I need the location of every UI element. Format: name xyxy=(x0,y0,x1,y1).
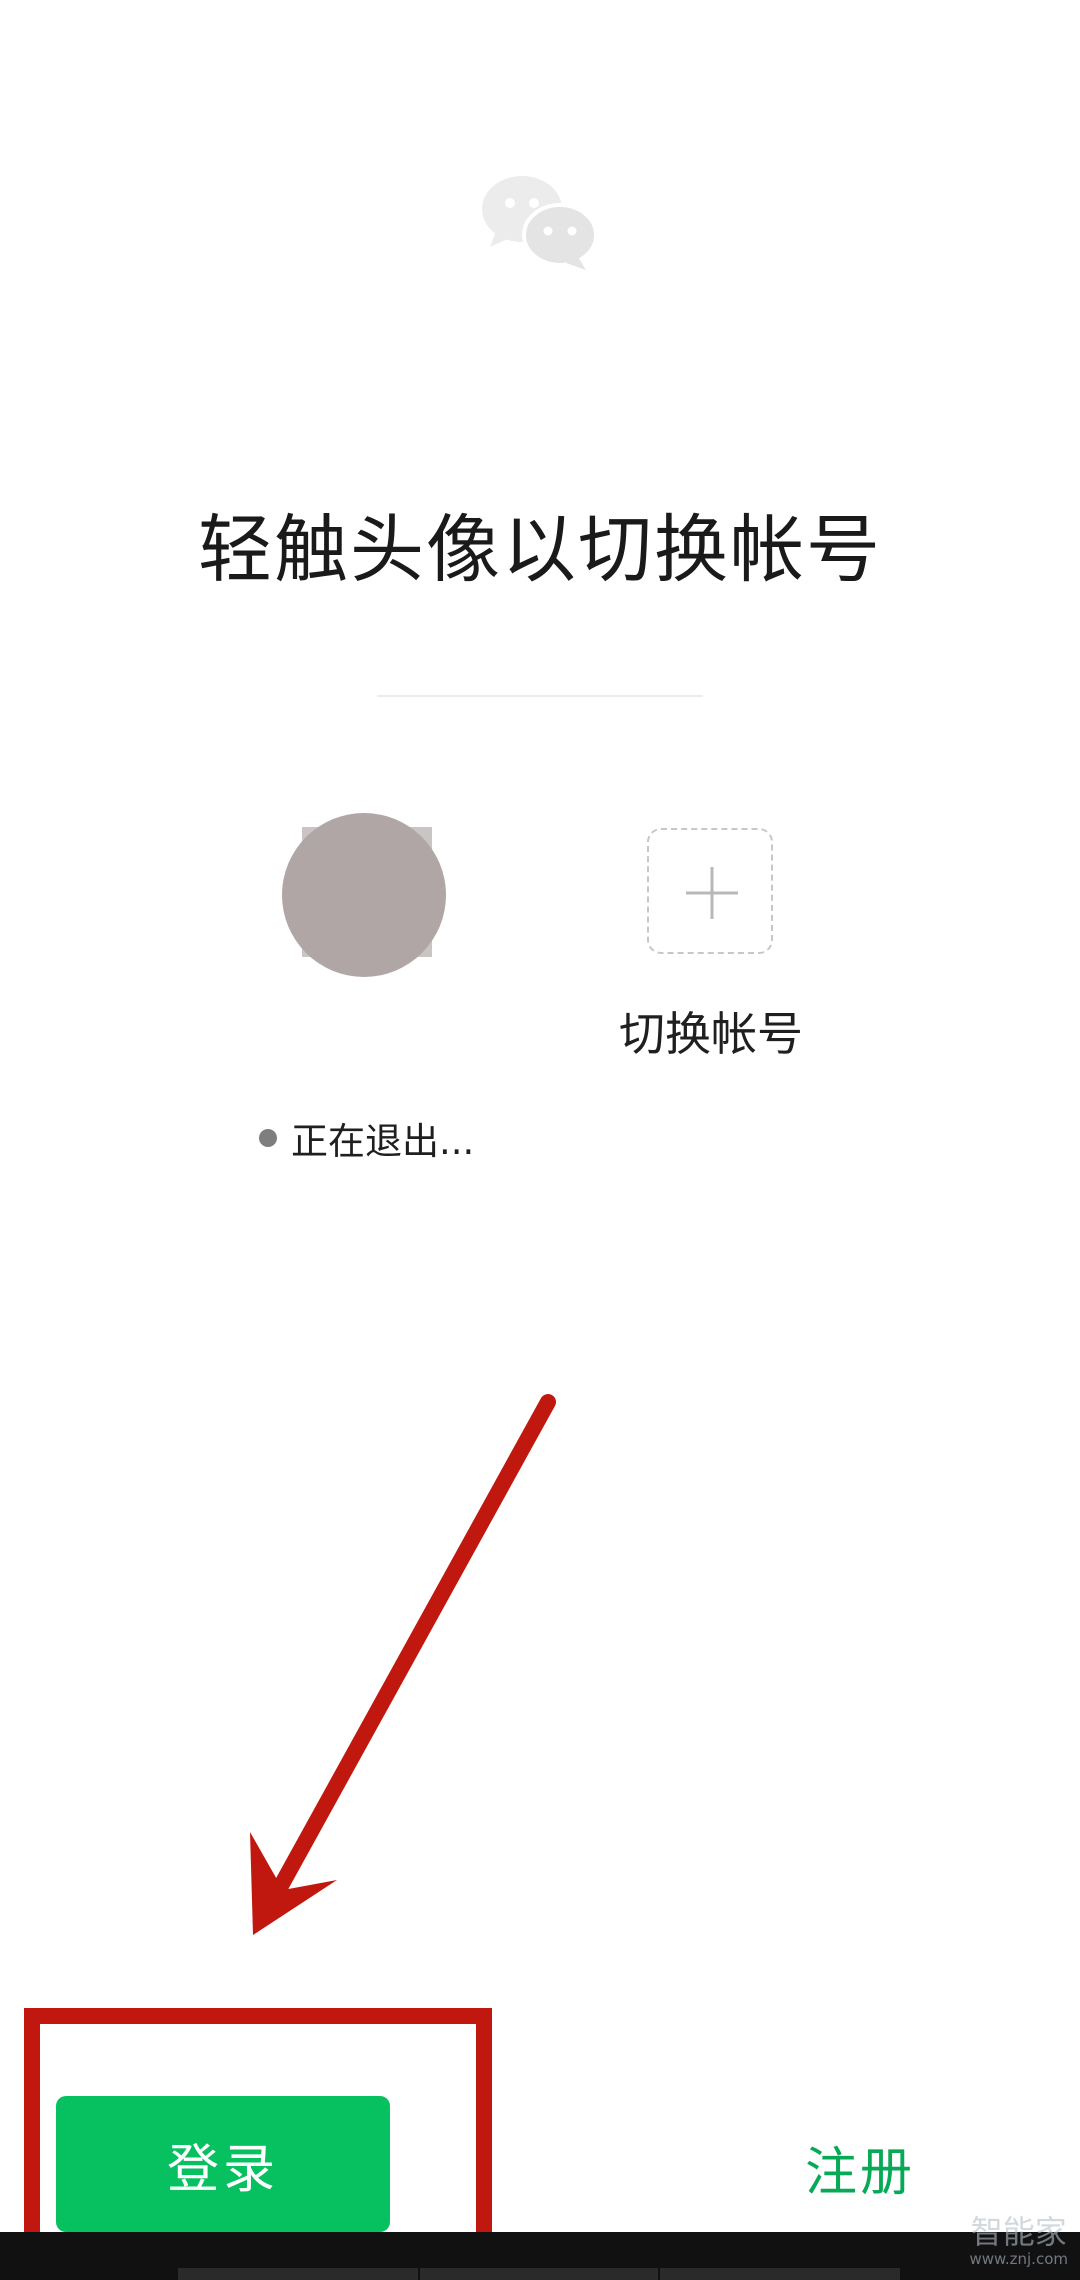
add-account-button[interactable] xyxy=(647,828,773,954)
watermark-sub: www.znj.com xyxy=(969,2250,1068,2268)
wechat-logo-icon xyxy=(482,176,598,270)
nav-segment xyxy=(420,2268,658,2280)
current-account-avatar[interactable] xyxy=(282,813,446,977)
page-title: 轻触头像以切换帐号 xyxy=(198,507,882,593)
plus-icon xyxy=(686,867,738,919)
switch-account-label[interactable]: 切换帐号 xyxy=(600,998,822,1064)
watermark: 智能家 www.znj.com xyxy=(969,2214,1068,2268)
arrow-icon xyxy=(250,1394,556,1935)
watermark-main: 智能家 xyxy=(970,2213,1067,2251)
login-switch-screen: 轻触头像以切换帐号 切换帐号 正在退出... 登录 注册 智能家 www.znj… xyxy=(0,0,1080,2280)
system-navigation-bar xyxy=(0,2232,1080,2280)
register-link[interactable]: 注册 xyxy=(805,2130,915,2205)
divider xyxy=(377,695,703,697)
status-text: 正在退出... xyxy=(291,1120,475,1163)
logout-status: 正在退出... xyxy=(259,1113,474,1163)
annotation-highlight-box xyxy=(24,2008,492,2252)
nav-segment xyxy=(178,2268,418,2280)
nav-segment xyxy=(660,2268,900,2280)
status-dot-icon xyxy=(259,1129,277,1147)
avatar xyxy=(282,813,446,977)
